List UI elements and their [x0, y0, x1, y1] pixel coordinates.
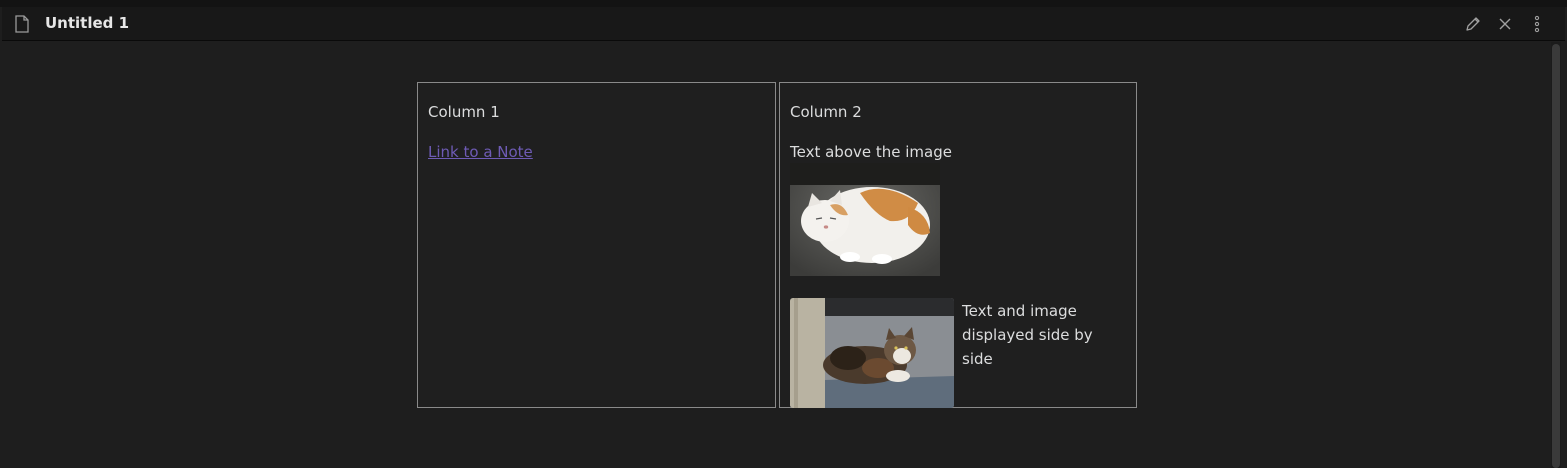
column-1-title: Column 1: [428, 103, 500, 121]
column-2-title: Column 2: [790, 103, 862, 121]
column-2: Column 2 Text above the image Text and i…: [779, 82, 1137, 408]
cat-image-tortoiseshell: [790, 298, 954, 408]
note-header: Untitled 1: [2, 7, 1565, 41]
note-link[interactable]: Link to a Note: [428, 141, 533, 163]
text-above-image: Text above the image: [790, 143, 952, 161]
scrollbar-thumb[interactable]: [1552, 44, 1560, 468]
cat-image-white-orange: [790, 163, 940, 276]
header-actions: [1463, 14, 1547, 34]
file-icon: [14, 15, 30, 33]
column-1: Column 1 Link to a Note: [417, 82, 776, 408]
vertical-scrollbar[interactable]: [1551, 42, 1561, 468]
close-icon[interactable]: [1495, 14, 1515, 34]
note-content-area[interactable]: [2, 42, 1550, 468]
window-top-strip: [0, 0, 1567, 7]
more-vertical-icon[interactable]: [1527, 14, 1547, 34]
note-title[interactable]: Untitled 1: [45, 13, 129, 33]
side-by-side-text: Text and image displayed side by side: [962, 302, 1093, 368]
pencil-icon[interactable]: [1463, 14, 1483, 34]
